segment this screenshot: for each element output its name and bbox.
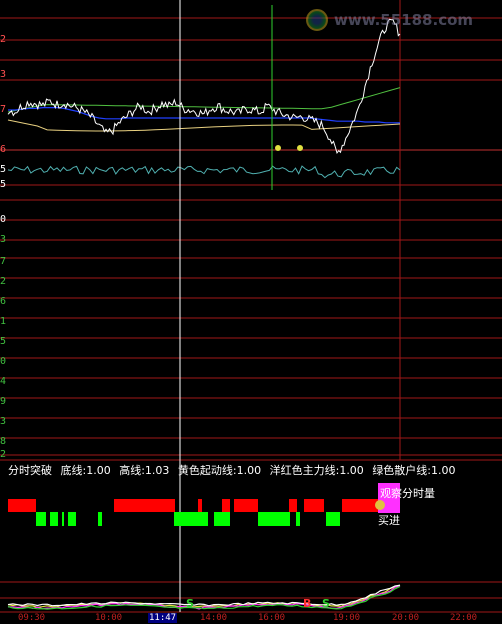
y-axis-label: 5 xyxy=(0,179,7,190)
y-axis-label: 3 xyxy=(0,69,7,80)
x-axis-label: 09:30 xyxy=(18,613,46,623)
x-axis-label: 14:00 xyxy=(200,613,228,623)
watermark: www.55188.com xyxy=(306,6,496,34)
x-axis-label: 20:00 xyxy=(392,613,420,623)
x-axis-label: 22:00 xyxy=(450,613,478,623)
x-axis-label: 19:00 xyxy=(333,613,361,623)
signal-bar-green-2 xyxy=(62,512,64,526)
y-axis-label: 4 xyxy=(0,376,7,387)
signal-bar-green-7 xyxy=(258,512,290,526)
y-axis-label: 8 xyxy=(0,436,7,447)
y-axis-label: 3 xyxy=(0,416,7,427)
indicator-info-line: 分时突破 底线:1.00 高线:1.03 黄色起动线:1.00 洋红色主力线:1… xyxy=(8,462,461,478)
y-axis-label: 5 xyxy=(0,164,7,175)
s-marker-1: S xyxy=(186,597,194,610)
signal-dot-2 xyxy=(297,145,303,151)
y-axis-label: 2 xyxy=(0,449,7,460)
x-axis-label: 10:00 xyxy=(95,613,123,623)
indicator-name: 分时突破 xyxy=(8,464,52,477)
observe-volume-label: 观察分时量 xyxy=(380,487,435,500)
signal-bar-red-4 xyxy=(234,499,258,512)
y-axis-label: 2 xyxy=(0,34,7,45)
signal-bar-green-0 xyxy=(36,512,46,526)
param-green: 绿色散户线:1.00 xyxy=(372,464,456,477)
y-axis-label: 6 xyxy=(0,144,7,155)
white-indicator-line xyxy=(7,584,401,607)
signal-bar-green-5 xyxy=(174,512,208,526)
signal-bar-green-4 xyxy=(98,512,102,526)
y-axis-label: 1 xyxy=(0,316,7,327)
y-axis-label: 6 xyxy=(0,296,7,307)
param-bottom: 底线:1.00 xyxy=(60,464,111,477)
signal-bar-green-1 xyxy=(50,512,58,526)
cyan-line xyxy=(7,165,401,179)
signal-bar-red-0 xyxy=(8,499,36,512)
y-axis-label: 0 xyxy=(0,214,7,225)
signal-bar-red-5 xyxy=(289,499,297,512)
intraday-chart[interactable]: S SB xyxy=(0,0,502,624)
y-axis-label: 9 xyxy=(0,396,7,407)
signal-bar-green-6 xyxy=(214,512,230,526)
signal-bar-red-3 xyxy=(222,499,230,512)
param-top: 高线:1.03 xyxy=(119,464,170,477)
x-axis-label: 11:47 xyxy=(148,613,178,623)
y-axis-label: 7 xyxy=(0,104,7,115)
s-marker-icon xyxy=(375,500,385,510)
logo-icon xyxy=(306,9,328,31)
param-magenta: 洋红色主力线:1.00 xyxy=(269,464,364,477)
signal-bar-red-6 xyxy=(304,499,324,512)
y-axis-label: 2 xyxy=(0,276,7,287)
buy-label: 买进 xyxy=(378,514,400,527)
price-line xyxy=(7,18,401,154)
y-axis-label: 0 xyxy=(0,356,7,367)
signal-bar-red-2 xyxy=(198,499,202,512)
signal-bar-red-1 xyxy=(114,499,175,512)
avg-price-line xyxy=(8,107,400,124)
y-axis-label: 3 xyxy=(0,234,7,245)
param-yellow: 黄色起动线:1.00 xyxy=(177,464,262,477)
signal-dot xyxy=(275,145,281,151)
signal-bar-green-9 xyxy=(326,512,340,526)
signal-bar-green-8 xyxy=(296,512,300,526)
x-axis-label: 16:00 xyxy=(258,613,286,623)
green-ma-line xyxy=(7,87,401,113)
s-marker-2: S xyxy=(322,597,330,610)
watermark-text: www.55188.com xyxy=(334,11,474,29)
signal-bar-green-3 xyxy=(68,512,76,526)
signal-bar-red-7 xyxy=(342,499,378,512)
y-axis-label: 5 xyxy=(0,336,7,347)
b-marker: B xyxy=(303,597,311,610)
y-axis-label: 7 xyxy=(0,256,7,267)
